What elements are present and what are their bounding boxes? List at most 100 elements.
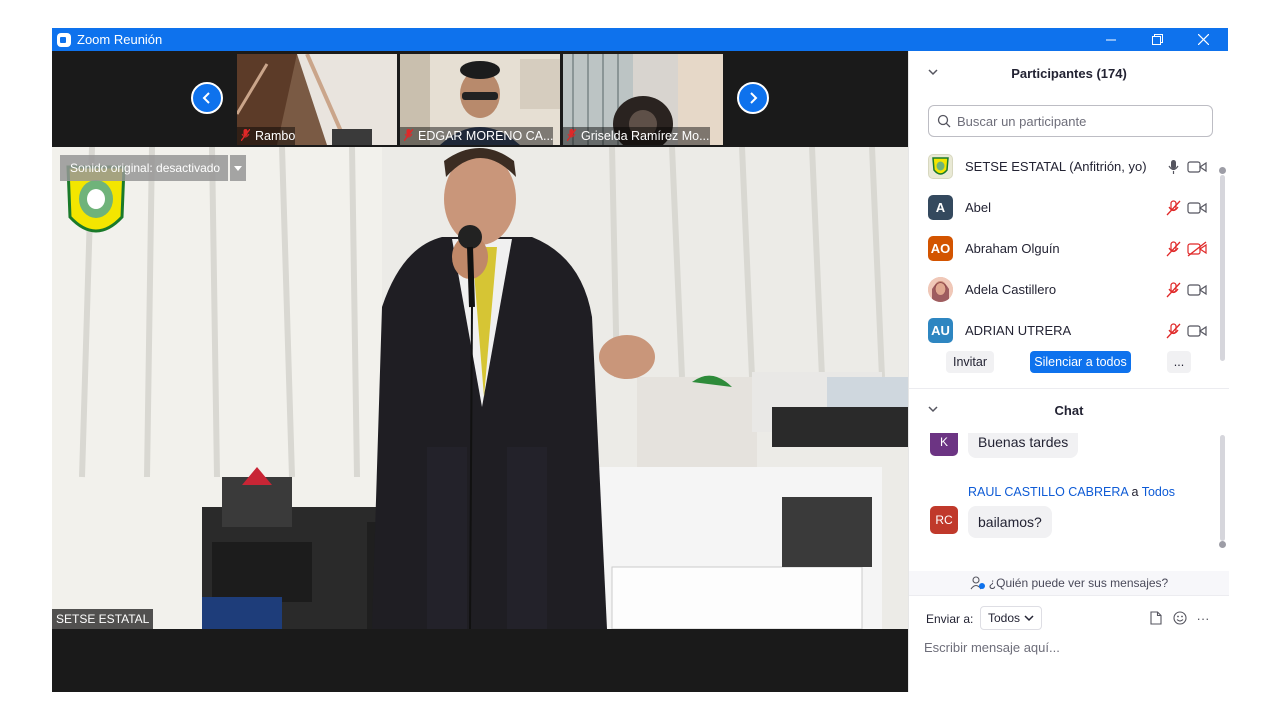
chevron-left-icon	[202, 92, 210, 104]
caret-down-icon	[234, 165, 242, 171]
chat-message-list: K Buenas tardes RAUL CASTILLO CABRERA a …	[909, 433, 1229, 569]
send-to-dropdown[interactable]: Todos	[980, 606, 1043, 630]
restore-button[interactable]	[1134, 28, 1180, 51]
thumbnail-name: Griselda Ramírez Mo...	[563, 127, 710, 145]
chat-sender-line: RAUL CASTILLO CABRERA a Todos	[968, 485, 1175, 499]
avatar: K	[930, 433, 958, 456]
close-icon	[1197, 34, 1209, 45]
chat-sender-name: RAUL CASTILLO CABRERA	[968, 485, 1129, 499]
chevron-right-icon	[750, 92, 758, 104]
thumbnail-name-label: Rambo	[255, 129, 296, 143]
mic-muted-icon	[403, 128, 414, 144]
chat-more-button[interactable]: ···	[1194, 609, 1212, 627]
avatar: AU	[928, 318, 953, 343]
who-can-see-label: ¿Quién puede ver sus mensajes?	[988, 576, 1169, 590]
chat-message-input[interactable]	[924, 635, 1214, 659]
chat-recipient: Todos	[1141, 485, 1176, 499]
scrollbar-down-arrow[interactable]	[1219, 541, 1226, 548]
participants-title: Participantes (174)	[1011, 65, 1127, 81]
mic-muted-icon	[566, 128, 577, 144]
thumbnail-strip: Rambo EDGAR MORENO CA... Griselda Ramíre…	[52, 51, 908, 145]
participant-row[interactable]: SETSE ESTATAL (Anfitrión, yo)	[909, 146, 1219, 187]
participant-name: ADRIAN UTRERA	[965, 323, 1072, 338]
video-area: Rambo EDGAR MORENO CA... Griselda Ramíre…	[52, 51, 908, 692]
chat-message-bubble: bailamos?	[968, 506, 1052, 538]
mic-icon[interactable]	[1166, 159, 1182, 175]
zoom-logo-icon	[57, 32, 71, 47]
speaker-video-image	[52, 147, 908, 629]
emoji-icon[interactable]	[1171, 609, 1189, 627]
thumbnail-name-label: Griselda Ramírez Mo...	[581, 129, 710, 143]
file-icon[interactable]	[1147, 609, 1165, 627]
thumbnail-name: EDGAR MORENO CA...	[400, 127, 554, 145]
speaker-name-label: SETSE ESTATAL	[52, 609, 154, 629]
avatar	[928, 154, 953, 179]
participant-row[interactable]: AO Abraham Olguín	[909, 228, 1219, 269]
participant-search[interactable]	[928, 105, 1213, 137]
user-info-icon	[970, 576, 985, 590]
camera-icon[interactable]	[1187, 200, 1207, 216]
chat-message-bubble: Buenas tardes	[968, 433, 1079, 458]
participants-header: Participantes (174)	[909, 51, 1229, 95]
mute-all-button[interactable]: Silenciar a todos	[1030, 351, 1131, 373]
chevron-down-icon	[1024, 614, 1034, 621]
video-bottom-bar	[52, 629, 908, 692]
camera-off-icon[interactable]	[1187, 240, 1207, 257]
avatar	[928, 277, 953, 302]
mic-muted-icon[interactable]	[1166, 322, 1182, 339]
side-panel: Participantes (174) SETSE ESTATAL (Anfit…	[908, 51, 1229, 692]
prev-page-button[interactable]	[191, 82, 223, 114]
chevron-down-icon[interactable]	[927, 66, 939, 78]
participant-list: SETSE ESTATAL (Anfitrión, yo) A Abel AO …	[909, 146, 1229, 346]
chat-title: Chat	[1054, 402, 1084, 418]
participant-row[interactable]: A Abel	[909, 187, 1219, 228]
participant-row[interactable]: Adela Castillero	[909, 269, 1219, 310]
zoom-window: Zoom Reunión Rambo EDGAR MORENO CA... Gr…	[52, 28, 1229, 692]
profile-photo-icon	[928, 277, 953, 302]
original-sound-caret[interactable]	[230, 155, 246, 181]
participant-name: Abel	[965, 200, 992, 215]
setse-logo-icon	[932, 157, 949, 175]
mic-muted-icon[interactable]	[1166, 240, 1182, 257]
close-button[interactable]	[1180, 28, 1226, 51]
title-bar: Zoom Reunión	[52, 28, 1228, 51]
participant-name: Abraham Olguín	[965, 241, 1060, 256]
main-speaker-video: Sonido original: desactivado SETSE ESTAT…	[52, 147, 908, 629]
avatar: AO	[928, 236, 953, 261]
send-to-label: Enviar a:	[926, 612, 974, 626]
chat-header: Chat	[909, 388, 1229, 432]
camera-icon[interactable]	[1187, 282, 1207, 298]
minimize-button[interactable]	[1088, 28, 1134, 51]
avatar: A	[928, 195, 953, 220]
thumbnail-name: Rambo	[237, 127, 296, 145]
who-can-see-messages-link[interactable]: ¿Quién puede ver sus mensajes?	[909, 571, 1229, 595]
chat-recipient-separator: a	[1128, 485, 1142, 499]
mic-muted-icon[interactable]	[1166, 199, 1182, 216]
participants-scrollbar[interactable]	[1220, 175, 1225, 361]
thumbnail-name-label: EDGAR MORENO CA...	[418, 129, 554, 143]
search-input[interactable]	[957, 113, 1197, 129]
camera-icon[interactable]	[1187, 323, 1207, 339]
participant-name: SETSE ESTATAL (Anfitrión, yo)	[965, 159, 1147, 174]
chat-scrollbar[interactable]	[1220, 435, 1225, 541]
camera-icon[interactable]	[1187, 159, 1207, 175]
participant-name: Adela Castillero	[965, 282, 1057, 297]
participants-more-button[interactable]: ...	[1167, 351, 1191, 373]
mic-muted-icon	[240, 128, 251, 144]
minimize-icon	[1106, 39, 1116, 40]
original-sound-toggle[interactable]: Sonido original: desactivado	[60, 155, 228, 181]
scrollbar-up-arrow[interactable]	[1219, 167, 1226, 174]
search-icon	[937, 114, 951, 128]
participant-thumbnail[interactable]: Rambo	[237, 54, 397, 145]
invite-button[interactable]: Invitar	[946, 351, 994, 373]
send-to-value: Todos	[988, 611, 1021, 625]
participant-thumbnail[interactable]: EDGAR MORENO CA...	[400, 54, 560, 145]
restore-icon	[1151, 34, 1163, 45]
next-page-button[interactable]	[737, 82, 769, 114]
avatar: RC	[930, 506, 958, 534]
chevron-down-icon[interactable]	[927, 403, 939, 415]
participant-thumbnail[interactable]: Griselda Ramírez Mo...	[563, 54, 723, 145]
window-title: Zoom Reunión	[77, 32, 163, 47]
participant-row[interactable]: AU ADRIAN UTRERA	[909, 310, 1219, 351]
mic-muted-icon[interactable]	[1166, 281, 1182, 298]
